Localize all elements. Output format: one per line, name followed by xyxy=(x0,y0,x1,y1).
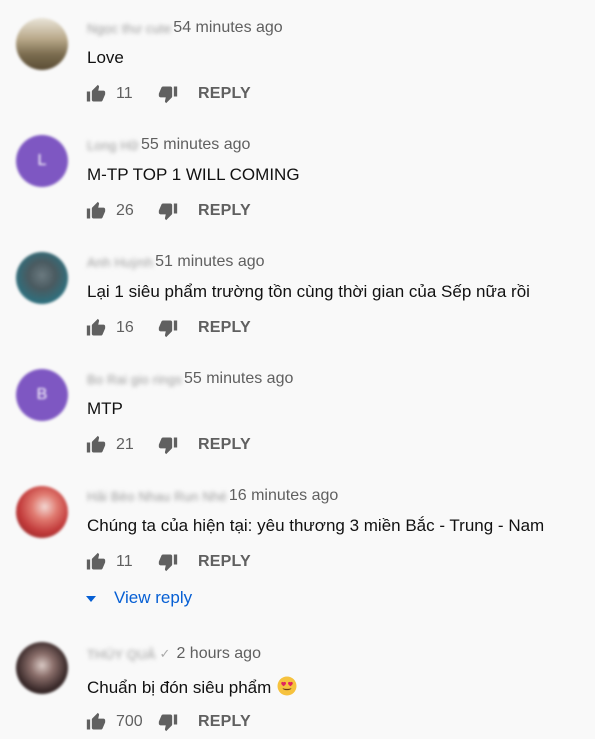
like-count: 11 xyxy=(116,85,133,102)
avatar-letter: L xyxy=(37,152,47,169)
thumbs-down-icon[interactable] xyxy=(158,435,178,455)
comment-text: Chúng ta của hiện tại: yêu thương 3 miền… xyxy=(87,516,545,535)
view-reply-button[interactable]: View reply xyxy=(86,587,192,609)
like-count: 11 xyxy=(116,553,133,570)
thumbs-up-icon[interactable] xyxy=(86,201,106,221)
author-name[interactable]: Anh Huỳnh xyxy=(87,255,153,270)
thumbs-down-icon[interactable] xyxy=(158,318,178,338)
chevron-down-icon xyxy=(86,596,96,602)
thumbs-down-icon[interactable] xyxy=(158,552,178,572)
comment-header: Ngọc thư cute 54 minutes ago xyxy=(87,17,283,39)
reply-button[interactable]: REPLY xyxy=(198,319,251,337)
comment-actions: 16 REPLY xyxy=(86,316,251,340)
comment-actions: 11 REPLY xyxy=(86,82,251,106)
reply-button[interactable]: REPLY xyxy=(198,436,251,454)
comment-header: Bo Rai gio rings 55 minutes ago xyxy=(87,368,293,390)
avatar[interactable] xyxy=(16,486,68,538)
avatar[interactable] xyxy=(16,252,68,304)
reply-button[interactable]: REPLY xyxy=(198,85,251,103)
comment-text: M-TP TOP 1 WILL COMING xyxy=(87,165,300,184)
reply-button[interactable]: REPLY xyxy=(198,713,251,731)
comment-actions: 700 REPLY xyxy=(86,710,251,734)
author-name[interactable]: Bo Rai gio rings xyxy=(87,372,182,387)
thumbs-up-icon[interactable] xyxy=(86,712,106,732)
timestamp[interactable]: 2 hours ago xyxy=(176,645,261,663)
like-count: 21 xyxy=(116,436,134,453)
verified-check-icon: ✓ xyxy=(159,646,171,661)
comment-text: Love xyxy=(87,48,124,67)
like-count: 26 xyxy=(116,202,134,219)
thumbs-down-icon[interactable] xyxy=(158,84,178,104)
comment-actions: 11 REPLY xyxy=(86,550,251,574)
view-reply-label: View reply xyxy=(114,588,193,607)
comment-header: Anh Huỳnh 51 minutes ago xyxy=(87,251,265,273)
comment-header: Hải Bèo Nhau Run Nhé 16 minutes ago xyxy=(87,485,338,507)
thumbs-up-icon[interactable] xyxy=(86,84,106,104)
avatar[interactable]: L xyxy=(16,135,68,187)
comment-text: Lại 1 siêu phẩm trường tồn cùng thời gia… xyxy=(87,282,530,301)
author-name[interactable]: Hải Bèo Nhau Run Nhé xyxy=(87,489,227,504)
reply-button[interactable]: REPLY xyxy=(198,202,251,220)
comment-text-content: Chuẩn bị đón siêu phẩm xyxy=(87,678,272,697)
timestamp[interactable]: 54 minutes ago xyxy=(173,19,282,37)
comment-text: MTP xyxy=(87,399,123,418)
timestamp[interactable]: 51 minutes ago xyxy=(155,253,264,271)
thumbs-up-icon[interactable] xyxy=(86,435,106,455)
heart-eyes-emoji xyxy=(277,676,297,696)
comment-actions: 26 REPLY xyxy=(86,199,251,223)
author-name[interactable]: THÚY QUẢ xyxy=(87,647,156,662)
avatar[interactable] xyxy=(16,642,68,694)
timestamp[interactable]: 55 minutes ago xyxy=(141,136,250,154)
comment-text: Chuẩn bị đón siêu phẩm xyxy=(87,676,297,698)
author-name[interactable]: Ngọc thư cute xyxy=(87,21,171,36)
timestamp[interactable]: 55 minutes ago xyxy=(184,370,293,388)
like-count: 700 xyxy=(116,713,143,730)
avatar[interactable]: B xyxy=(16,369,68,421)
comment-header: THÚY QUẢ ✓ 2 hours ago xyxy=(87,643,261,665)
author-name[interactable]: Long Hữ xyxy=(87,138,139,153)
like-count: 16 xyxy=(116,319,134,336)
avatar-letter: B xyxy=(36,386,48,403)
thumbs-down-icon[interactable] xyxy=(158,201,178,221)
thumbs-down-icon[interactable] xyxy=(158,712,178,732)
avatar[interactable] xyxy=(16,18,68,70)
reply-button[interactable]: REPLY xyxy=(198,553,251,571)
comment-actions: 21 REPLY xyxy=(86,433,251,457)
comment-header: Long Hữ 55 minutes ago xyxy=(87,134,250,156)
thumbs-up-icon[interactable] xyxy=(86,318,106,338)
timestamp[interactable]: 16 minutes ago xyxy=(229,487,338,505)
thumbs-up-icon[interactable] xyxy=(86,552,106,572)
